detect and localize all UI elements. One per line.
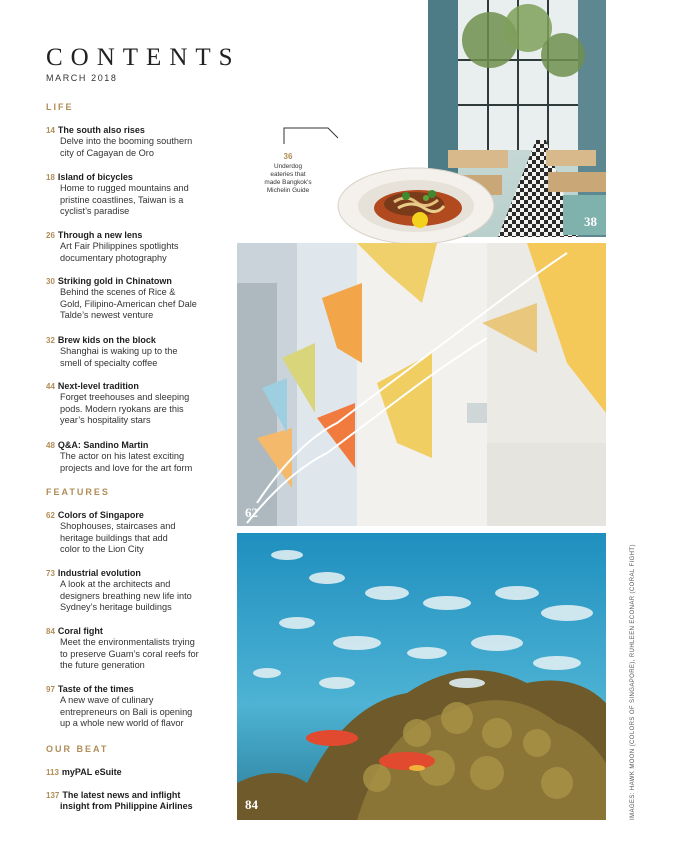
- callout-line: eateries that: [270, 171, 306, 178]
- entry-desc-line: pods. Modern ryokans are this: [60, 403, 184, 414]
- entry-title: Island of bicycles: [57, 172, 133, 182]
- page-number: 48: [46, 441, 55, 450]
- callout-line: Michelin Guide: [266, 187, 310, 194]
- page-number: 62: [46, 511, 55, 520]
- entry-desc-line: the future generation: [60, 660, 145, 670]
- page-number: 44: [46, 382, 55, 391]
- entry-desc-line: Home to rugged mountains and: [60, 183, 189, 193]
- toc-entry[interactable]: 113 myPAL eSuite: [46, 767, 236, 778]
- entry-title: Striking gold in Chinatown: [57, 276, 172, 286]
- entry-desc-line: Behind the scenes of Rice &: [60, 287, 176, 297]
- entry-desc-line: Gold, Filipino-American chef Dale: [60, 298, 197, 309]
- entry-desc-line: Art Fair Philippines spotlights: [60, 241, 179, 251]
- page-number: 113: [46, 768, 59, 777]
- photo-page-number: 62: [245, 505, 258, 520]
- toc-entry[interactable]: 62 Colors of Singapore Shophouses, stairc…: [46, 510, 236, 556]
- entry-desc-line: entrepreneurs on Bali is opening: [60, 706, 193, 717]
- entry-desc-line: heritage buildings that add: [60, 532, 168, 543]
- callout-36[interactable]: 36 Underdog eateries that made Bangkok’s…: [253, 153, 323, 195]
- entry-desc-line: A new wave of culinary: [60, 695, 154, 705]
- staircases-illustration: [237, 243, 606, 526]
- entry-title: Coral fight: [57, 626, 103, 636]
- entry-desc-line: city of Cagayan de Oro: [60, 147, 154, 158]
- page-number: 26: [46, 231, 55, 240]
- page-title: CONTENTS: [46, 44, 241, 71]
- entry-desc-line: Shanghai is waking up to the: [60, 346, 178, 356]
- entry-title: The south also rises: [57, 125, 145, 135]
- entry-desc-line: year’s hospitality stars: [60, 415, 151, 425]
- entry-title: Q&A: Sandino Martin: [57, 440, 149, 450]
- entry-desc-line: color to the Lion City: [60, 544, 144, 554]
- entry-desc-line: Forget treehouses and sleeping: [60, 392, 190, 402]
- image-credit-text: IMAGES: HAWK MOON (COLORS OF SINGAPORE),…: [630, 544, 636, 820]
- page-number: 18: [46, 173, 55, 182]
- food-plate-photo: [337, 167, 495, 245]
- entry-desc-line: pristine coastlines, Taiwan is a: [60, 194, 184, 205]
- entry-title: Industrial evolution: [57, 568, 141, 578]
- coral-reef-illustration: [237, 533, 606, 820]
- toc-entry[interactable]: 14 The south also rises Delve into the bo…: [46, 125, 236, 159]
- toc-entry[interactable]: 30 Striking gold in Chinatown Behind the …: [46, 276, 236, 322]
- entry-title: Colors of Singapore: [57, 510, 144, 520]
- page-number: 14: [46, 126, 55, 135]
- callout-line: made Bangkok’s: [264, 179, 312, 186]
- entry-desc-line: projects and love for the art form: [60, 462, 193, 473]
- callout-leader-line: [283, 127, 339, 144]
- entry-title: The latest news and inflight: [62, 790, 181, 800]
- entry-desc-line: Talde’s newest venture: [60, 310, 154, 320]
- toc-entry[interactable]: 32 Brew kids on the block Shanghai is wak…: [46, 335, 236, 369]
- entry-title: myPAL eSuite: [61, 767, 122, 777]
- entry-desc-line: A look at the architects and: [60, 579, 171, 589]
- section-heading-life: LIFE: [46, 102, 74, 112]
- toc-entry[interactable]: 48 Q&A: Sandino Martin The actor on his l…: [46, 440, 236, 474]
- toc-entry[interactable]: 44 Next-level tradition Forget treehouses…: [46, 381, 236, 427]
- entry-title: Brew kids on the block: [57, 335, 156, 345]
- issue-date: MARCH 2018: [46, 73, 118, 83]
- toc-entry[interactable]: 84 Coral fight Meet the environmentalists…: [46, 626, 236, 672]
- callout-line: Underdog: [273, 163, 303, 170]
- entry-desc-line: to preserve Guam’s coral reefs for: [60, 648, 199, 659]
- entry-desc-line: cyclist’s paradise: [60, 206, 130, 216]
- toc-entry[interactable]: 18 Island of bicycles Home to rugged moun…: [46, 172, 236, 218]
- section-heading-our-beat: OUR BEAT: [46, 744, 109, 754]
- entry-desc-line: Delve into the booming southern: [60, 136, 193, 146]
- entry-desc-line: Shophouses, staircases and: [60, 521, 176, 531]
- page-number: 30: [46, 277, 55, 286]
- entry-title-line-2: insight from Philippine Airlines: [60, 801, 193, 811]
- image-credit: IMAGES: HAWK MOON (COLORS OF SINGAPORE),…: [620, 544, 636, 820]
- toc-entry[interactable]: 73 Industrial evolution A look at the arc…: [46, 568, 236, 614]
- staircases-photo[interactable]: 62: [237, 243, 606, 526]
- entry-desc-line: smell of specialty coffee: [60, 357, 158, 368]
- callout-page-number: 36: [283, 152, 293, 161]
- entry-desc-line: designers breathing new life into: [60, 590, 192, 601]
- toc-entry[interactable]: 26 Through a new lens Art Fair Philippine…: [46, 230, 236, 264]
- page-number: 84: [46, 627, 55, 636]
- entry-title: Next-level tradition: [57, 381, 139, 391]
- entry-desc-line: The actor on his latest exciting: [60, 451, 185, 461]
- entry-title: Through a new lens: [57, 230, 143, 240]
- page-number: 32: [46, 336, 55, 345]
- toc-entry[interactable]: 137 The latest news and inflight insight …: [46, 790, 236, 812]
- photo-page-number: 84: [245, 797, 258, 812]
- coral-reef-photo[interactable]: 84: [237, 533, 606, 820]
- entry-desc-line: up a whole new world of flavor: [60, 718, 184, 728]
- page-number: 97: [46, 685, 55, 694]
- entry-desc-line: Meet the environmentalists trying: [60, 637, 195, 647]
- section-heading-features: FEATURES: [46, 487, 110, 497]
- page-number: 137: [46, 791, 60, 800]
- toc-entry[interactable]: 97 Taste of the times A new wave of culin…: [46, 684, 236, 730]
- page-number: 73: [46, 569, 55, 578]
- photo-page-number: 38: [584, 214, 597, 229]
- entry-desc-line: Sydney’s heritage buildings: [60, 602, 172, 612]
- entry-desc-line: documentary photography: [60, 252, 167, 263]
- entry-title: Taste of the times: [57, 684, 134, 694]
